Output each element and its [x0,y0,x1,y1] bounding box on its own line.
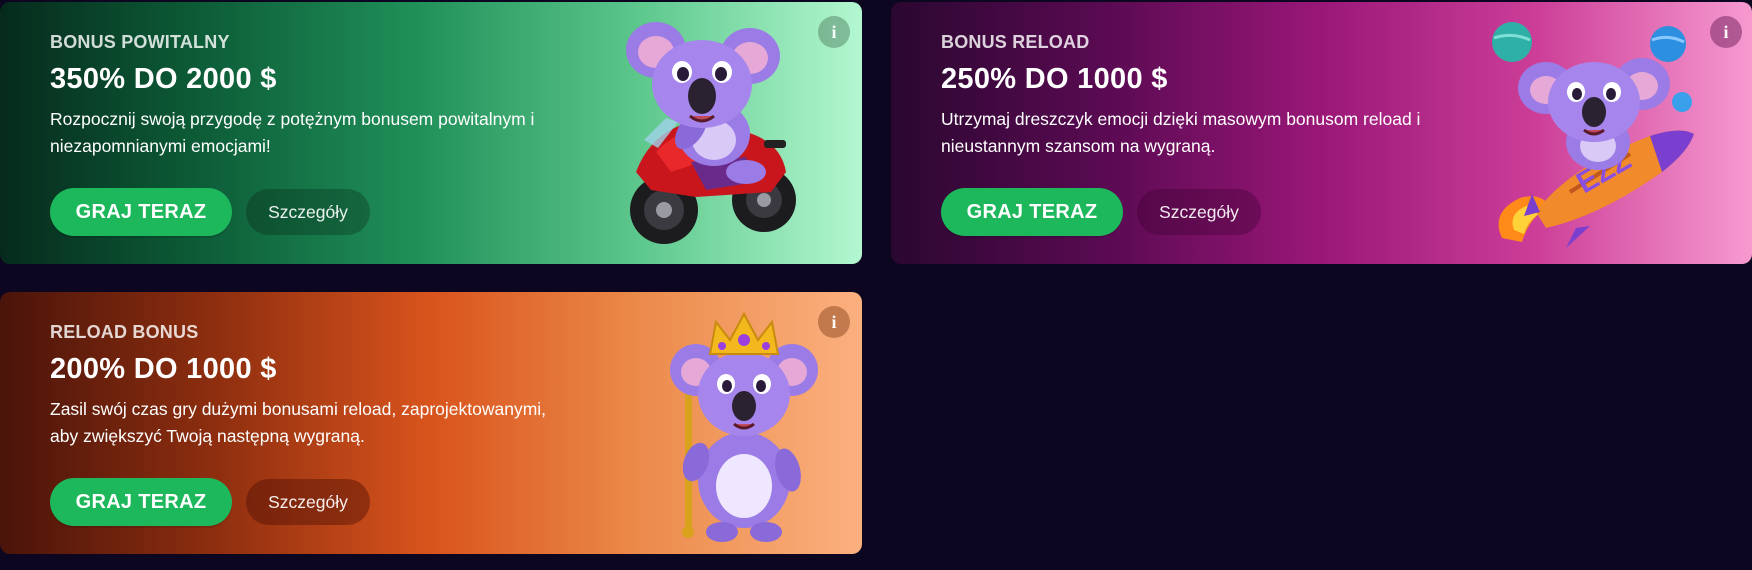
card-description: Utrzymaj dreszczyk emocji dzięki masowym… [941,109,1421,156]
card-content: RELOAD BONUS 200% DO 1000 $ Zasil swój c… [50,322,590,450]
details-button[interactable]: Szczegóły [246,479,370,525]
card-eyebrow: BONUS RELOAD [941,32,1090,52]
card-content: BONUS POWITALNY 350% DO 2000 $ Rozpoczni… [50,32,590,160]
play-now-button[interactable]: GRAJ TERAZ [941,188,1123,236]
card-headline: 250% DO 1000 $ [941,63,1168,95]
details-button[interactable]: Szczegóły [1137,189,1261,235]
card-actions: GRAJ TERAZ Szczegóły [50,478,370,526]
info-icon[interactable]: i [818,306,850,338]
play-now-button[interactable]: GRAJ TERAZ [50,188,232,236]
details-button[interactable]: Szczegóły [246,189,370,235]
koala-king-illustration [670,311,818,542]
card-eyebrow: BONUS POWITALNY [50,32,230,52]
bonus-card-reload-alt: RELOAD BONUS 200% DO 1000 $ Zasil swój c… [0,292,862,554]
card-headline: 350% DO 2000 $ [50,63,277,95]
card-description: Zasil swój czas gry dużymi bonusami relo… [50,399,547,446]
koala-rocket-illustration: EZZ [1492,22,1694,248]
card-content: BONUS RELOAD 250% DO 1000 $ Utrzymaj dre… [941,32,1481,160]
bonus-card-welcome: BONUS POWITALNY 350% DO 2000 $ Rozpoczni… [0,2,862,264]
card-headline: 200% DO 1000 $ [50,353,277,385]
koala-motorcycle-illustration [626,22,796,244]
card-eyebrow: RELOAD BONUS [50,322,199,342]
card-description: Rozpocznij swoją przygodę z potężnym bon… [50,109,535,156]
info-icon[interactable]: i [818,16,850,48]
card-actions: GRAJ TERAZ Szczegóły [50,188,370,236]
card-actions: GRAJ TERAZ Szczegóły [941,188,1261,236]
play-now-button[interactable]: GRAJ TERAZ [50,478,232,526]
